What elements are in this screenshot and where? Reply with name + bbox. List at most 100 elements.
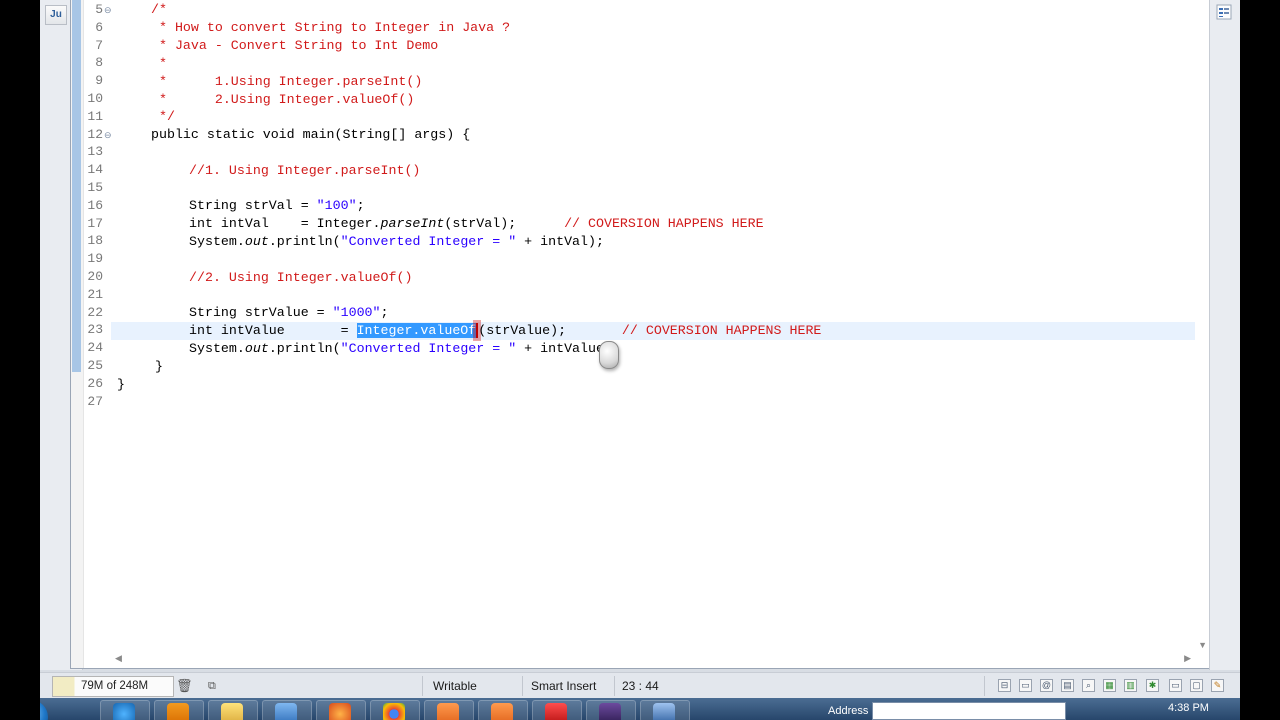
code-line-6[interactable]: * How to convert String to Integer in Ja… [151, 19, 1195, 37]
text-selection[interactable]: Integer.valueOf [356, 323, 477, 338]
code-line-17[interactable]: int intVal = Integer.parseInt(strVal); /… [189, 215, 1195, 233]
string-literal: "1000" [332, 305, 381, 320]
line-number: 15 [87, 180, 103, 195]
code-text: System. [189, 341, 245, 356]
line-number: 18 [87, 233, 103, 249]
address-input[interactable] [872, 702, 1066, 720]
code-line-20[interactable]: //2. Using Integer.valueOf() [189, 269, 1195, 287]
scroll-left-icon[interactable]: ◀ [115, 653, 122, 664]
code-line-14[interactable]: //1. Using Integer.parseInt() [189, 162, 1195, 180]
line-number: 8 [95, 55, 103, 71]
console-icon[interactable]: ▭ [1019, 679, 1032, 692]
code-line-24[interactable]: System.out.println("Converted Integer = … [189, 340, 1195, 358]
bug-icon[interactable]: ✱ [1146, 679, 1159, 692]
taskbar-save-app[interactable] [640, 700, 690, 720]
line-number: 16 [87, 197, 103, 213]
taskbar-vlc[interactable] [154, 700, 204, 720]
code-text: ; [356, 198, 365, 213]
code-line-7[interactable]: * Java - Convert String to Int Demo [151, 37, 1195, 55]
taskbar-app-orange[interactable] [424, 700, 474, 720]
address-label: Address [828, 705, 869, 717]
line-number: 12 [87, 126, 103, 142]
mouse-cursor-icon [599, 341, 619, 369]
taskbar-chrome[interactable] [370, 700, 420, 720]
code-line-23[interactable]: int intValue = Integer.valueOf (strValue)… [189, 322, 1195, 340]
taskbar-app-red[interactable] [532, 700, 582, 720]
code-line-12[interactable]: public static void main(String[] args) { [151, 126, 1195, 144]
line-number: 6 [95, 19, 103, 35]
code-line-18[interactable]: System.out.println("Converted Integer = … [189, 233, 1195, 251]
cursor-position-status: 23 : 44 [622, 679, 659, 693]
taskbar-firefox[interactable] [316, 700, 366, 720]
line-number: 14 [87, 162, 103, 178]
code-text: (strValue); [478, 323, 622, 338]
code-text: .println( [268, 234, 341, 249]
code-text: int intVal = Integer. [189, 216, 381, 231]
minimize-icon[interactable]: ▭ [1169, 679, 1182, 692]
code-line-8[interactable]: * [151, 55, 1195, 73]
scroll-down-icon[interactable]: ▼ [1198, 640, 1207, 650]
status-bar: 79M of 248M 🗑 ⧉ Writable Smart Insert 23… [40, 672, 1240, 699]
restore-icon[interactable]: ⊟ [998, 679, 1011, 692]
quick-diff-bar [72, 0, 81, 372]
taskbar-media-player[interactable] [262, 700, 312, 720]
trash-icon[interactable]: 🗑 [176, 677, 193, 695]
static-method: parseInt [380, 216, 445, 231]
problems-icon[interactable]: ▥ [1124, 679, 1137, 692]
code-line-5[interactable]: /* [151, 1, 1195, 19]
code-area[interactable]: /* * How to convert String to Integer in… [111, 0, 1195, 650]
start-button[interactable] [40, 700, 48, 720]
taskbar-explorer[interactable] [208, 700, 258, 720]
code-text: (strVal); [444, 216, 565, 231]
static-field: out [244, 234, 269, 249]
line-number: 5 [95, 2, 103, 17]
divider [984, 676, 985, 696]
horizontal-scrollbar[interactable]: ◀ ▶ [111, 650, 1195, 668]
code-line-26[interactable]: } [117, 376, 1195, 394]
trim-stack-icon[interactable]: ⧉ [208, 677, 216, 695]
windows-taskbar: Address 4:38 PM [40, 698, 1240, 720]
code-line-25[interactable]: } [155, 358, 1195, 376]
tips-icon[interactable]: ✎ [1211, 679, 1224, 692]
code-line-11[interactable]: */ [151, 108, 1195, 126]
outline-view-icon[interactable] [1216, 4, 1232, 20]
line-comment: // COVERSION HAPPENS HERE [621, 323, 822, 338]
code-line-22[interactable]: String strValue = "1000"; [189, 304, 1195, 322]
string-literal: "100" [316, 198, 357, 213]
line-number: 10 [87, 91, 103, 106]
code-line-16[interactable]: String strVal = "100"; [189, 197, 1195, 215]
line-number: 23 [87, 322, 103, 338]
javadoc-icon[interactable]: @ [1040, 679, 1053, 692]
divider [422, 676, 423, 696]
right-trim-bar [1209, 0, 1240, 670]
taskbar-eclipse[interactable] [586, 700, 636, 720]
maximize-icon[interactable]: ▢ [1190, 679, 1203, 692]
java-editor[interactable]: 5 ⊖ 6 7 8 9 10 11 12 ⊖ 13 14 15 16 17 18 19 20 21 22 23 24 25 2… [70, 0, 1212, 669]
code-text: String strVal = [189, 198, 317, 213]
line-number: 9 [95, 73, 103, 89]
line-number: 20 [87, 269, 103, 284]
divider [614, 676, 615, 696]
search-icon[interactable]: ⌕ [1082, 679, 1095, 692]
progress-icon[interactable]: ▦ [1103, 679, 1116, 692]
line-number: 22 [87, 304, 103, 320]
line-number: 24 [87, 340, 103, 356]
junit-view-button[interactable]: Ju [45, 5, 67, 25]
scroll-right-icon[interactable]: ▶ [1184, 653, 1191, 664]
system-clock[interactable]: 4:38 PM [1168, 701, 1209, 715]
line-number: 19 [87, 251, 103, 267]
taskbar-app-orange-2[interactable] [478, 700, 528, 720]
line-number-gutter: 5 ⊖ 6 7 8 9 10 11 12 ⊖ 13 14 15 16 17 18 19 20 21 22 23 24 25 2… [83, 0, 111, 650]
static-field: out [244, 341, 269, 356]
taskbar-ie[interactable] [100, 700, 150, 720]
line-number: 7 [95, 37, 103, 53]
code-line-9[interactable]: * 1.Using Integer.parseInt() [151, 73, 1195, 91]
heap-status[interactable]: 79M of 248M [52, 676, 174, 697]
declaration-icon[interactable]: ▤ [1061, 679, 1074, 692]
code-text: ; [380, 305, 389, 320]
insert-mode-status: Smart Insert [531, 679, 597, 693]
code-line-10[interactable]: * 2.Using Integer.valueOf() [151, 91, 1195, 109]
line-number: 21 [87, 286, 103, 302]
line-comment: // COVERSION HAPPENS HERE [564, 216, 764, 231]
code-text: int intValue = [189, 323, 357, 338]
